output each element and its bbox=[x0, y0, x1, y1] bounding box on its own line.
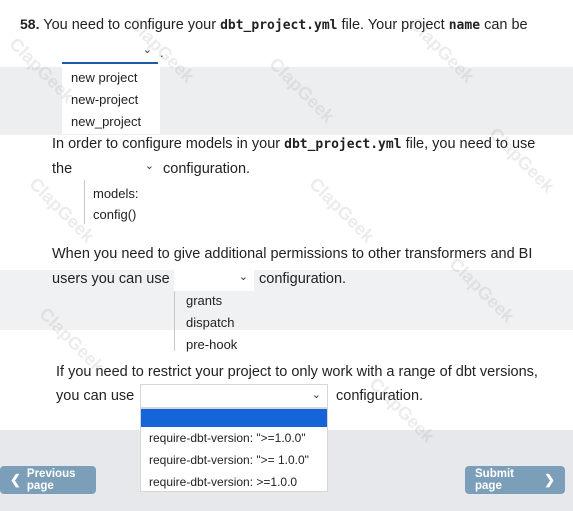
chevron-down-icon: ⌄ bbox=[142, 44, 152, 56]
part2-line-1: In order to configure models in your dbt… bbox=[52, 136, 536, 152]
option-version-quoted-space[interactable]: require-dbt-version: ">= 1.0.0" bbox=[149, 453, 309, 467]
question-number: 58. bbox=[20, 16, 40, 32]
dropdown-border bbox=[84, 180, 85, 224]
models-config-select[interactable]: ⌄ bbox=[84, 158, 160, 180]
highlighted-option[interactable] bbox=[141, 409, 327, 427]
code-dbt-project-yml: dbt_project.yml bbox=[220, 18, 338, 33]
question-line-1: 58. You need to configure your dbt_proje… bbox=[20, 16, 528, 33]
option-pre-hook[interactable]: pre-hook bbox=[186, 337, 237, 352]
part4-line-2: you can use bbox=[56, 388, 135, 404]
chevron-down-icon: ⌄ bbox=[311, 389, 321, 401]
option-dispatch[interactable]: dispatch bbox=[186, 315, 234, 330]
option-new-project-space[interactable]: new project bbox=[71, 70, 137, 85]
watermark: ClapGeek bbox=[305, 173, 379, 247]
submit-page-button[interactable]: Submit page ❯ bbox=[465, 466, 565, 494]
dbt-version-select[interactable]: ⌄ bbox=[140, 384, 328, 408]
chevron-down-icon: ⌄ bbox=[238, 271, 248, 283]
part2-label-the: the bbox=[52, 161, 73, 177]
part3-line-1: When you need to give additional permiss… bbox=[52, 246, 533, 262]
chevron-down-icon: ⌄ bbox=[144, 160, 154, 172]
option-version-quoted[interactable]: require-dbt-version: ">=1.0.0" bbox=[149, 431, 306, 445]
code-name: name bbox=[448, 18, 481, 33]
project-name-select[interactable]: ⌄ bbox=[62, 40, 158, 64]
option-version-unquoted[interactable]: require-dbt-version: >=1.0.0 bbox=[149, 475, 297, 489]
option-new-project-underscore[interactable]: new_project bbox=[71, 114, 141, 129]
previous-page-button[interactable]: ❮ Previous page bbox=[0, 466, 96, 494]
option-config[interactable]: config() bbox=[93, 207, 136, 222]
option-grants[interactable]: grants bbox=[186, 293, 222, 308]
option-new-project-hyphen[interactable]: new-project bbox=[71, 92, 138, 107]
part3-line-2: users you can use bbox=[52, 271, 170, 287]
chevron-left-icon: ❮ bbox=[10, 472, 21, 487]
dropdown-border bbox=[174, 291, 175, 351]
option-models[interactable]: models: bbox=[93, 186, 139, 201]
part4-line-1: If you need to restrict your project to … bbox=[56, 364, 538, 380]
watermark: ClapGeek bbox=[25, 173, 99, 247]
permissions-select[interactable]: ⌄ bbox=[174, 267, 254, 291]
chevron-right-icon: ❯ bbox=[544, 472, 555, 487]
